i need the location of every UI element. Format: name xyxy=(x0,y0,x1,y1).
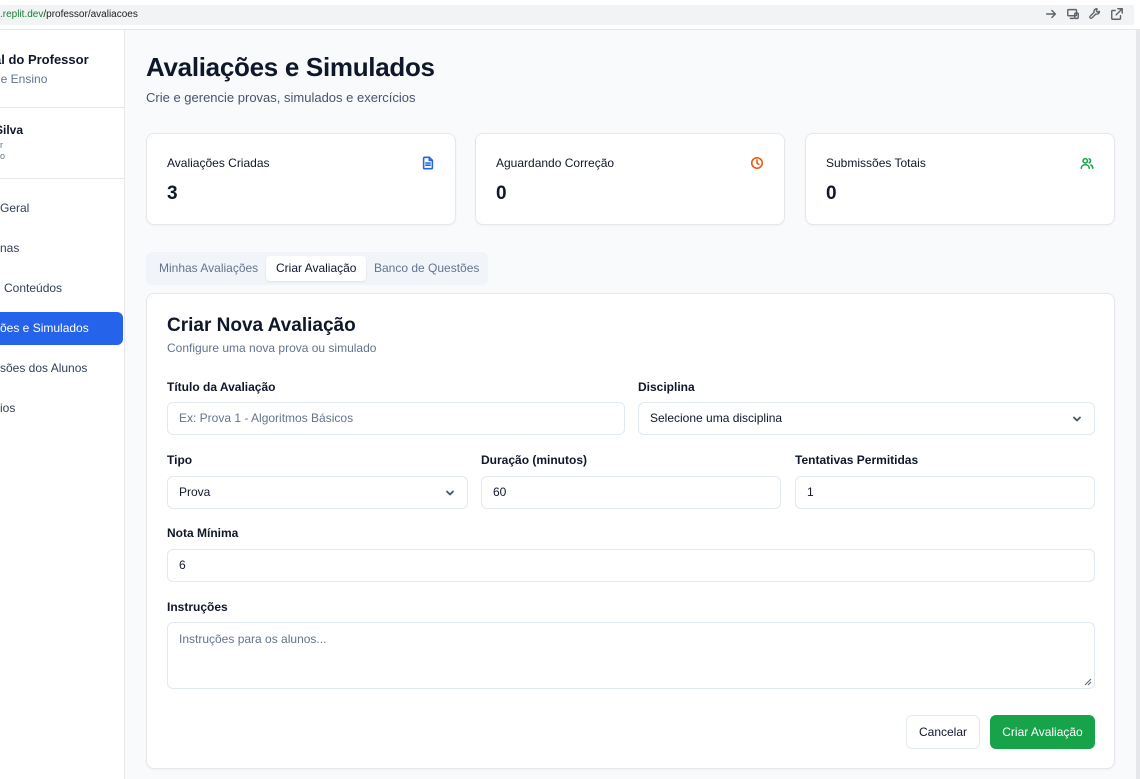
user-profile: Silva or ão xyxy=(0,123,124,161)
external-link-icon[interactable] xyxy=(1110,7,1124,21)
tentativas-label: Tentativas Permitidas xyxy=(795,453,919,467)
form-subtitle: Configure uma nova prova ou simulado xyxy=(167,341,377,355)
brand-subtitle: de Ensino xyxy=(0,72,48,86)
instrucoes-textarea[interactable]: Instruções para os alunos... xyxy=(167,622,1095,689)
resize-handle-icon[interactable] xyxy=(1083,677,1092,686)
stat-card-avaliacoes-criadas: Avaliações Criadas 3 xyxy=(146,133,456,225)
sidebar-item-label: Conteúdos xyxy=(4,281,63,295)
sidebar-item-label: nas xyxy=(0,241,20,255)
nota-minima-label: Nota Mínima xyxy=(167,526,239,540)
users-icon xyxy=(1080,156,1094,170)
sidebar-divider xyxy=(0,107,124,108)
tab-banco-de-questoes[interactable]: Banco de Questões xyxy=(364,256,489,281)
nota-minima-input[interactable]: 6 xyxy=(167,549,1095,582)
brand-title: al do Professor xyxy=(0,52,89,67)
user-department: ão xyxy=(0,151,6,161)
disciplina-select-value: Selecione uma disciplina xyxy=(650,411,783,425)
browser-url-bar: .replit.dev/professor/avaliacoes xyxy=(0,0,1140,30)
sidebar-brand: al do Professor de Ensino xyxy=(0,52,124,86)
tentativas-input[interactable]: 1 xyxy=(795,476,1095,509)
sidebar-item-conteudos[interactable]: Conteúdos xyxy=(0,272,123,305)
tab-minhas-avaliacoes[interactable]: Minhas Avaliações xyxy=(149,256,268,281)
tab-criar-avaliacao[interactable]: Criar Avaliação xyxy=(266,256,367,281)
titulo-label: Título da Avaliação xyxy=(167,380,276,394)
create-evaluation-form: Criar Nova Avaliação Configure uma nova … xyxy=(146,293,1115,769)
tipo-label: Tipo xyxy=(167,453,193,467)
stat-value: 3 xyxy=(167,183,178,204)
address-field[interactable]: .replit.dev/professor/avaliacoes xyxy=(0,5,1134,25)
titulo-input[interactable]: Ex: Prova 1 - Algoritmos Básicos xyxy=(167,402,625,435)
sidebar-item-relatorios[interactable]: ios xyxy=(0,392,123,425)
user-role: or xyxy=(0,140,4,150)
arrow-right-icon[interactable] xyxy=(1044,7,1058,21)
create-evaluation-button[interactable]: Criar Avaliação xyxy=(990,715,1095,749)
cancel-button[interactable]: Cancelar xyxy=(906,715,980,749)
stat-label: Aguardando Correção xyxy=(496,156,615,170)
chevron-down-icon xyxy=(1072,414,1082,424)
sidebar-nav: Geral nas Conteúdos ões e Simulados sões… xyxy=(0,192,123,432)
sidebar-item-label: ios xyxy=(0,401,16,415)
scrollbar-track[interactable] xyxy=(1136,30,1140,779)
document-icon xyxy=(421,156,435,170)
user-name: Silva xyxy=(0,123,24,137)
page-title: Avaliações e Simulados xyxy=(146,52,435,82)
disciplina-select[interactable]: Selecione uma disciplina xyxy=(638,402,1095,435)
instrucoes-placeholder: Instruções para os alunos... xyxy=(179,632,327,646)
stat-card-submissoes-totais: Submissões Totais 0 xyxy=(805,133,1115,225)
url-path: /professor/avaliacoes xyxy=(43,9,138,20)
form-title: Criar Nova Avaliação xyxy=(167,315,356,336)
sidebar-divider xyxy=(0,178,124,179)
duracao-input[interactable]: 60 xyxy=(481,476,781,509)
clock-icon xyxy=(750,156,764,170)
duracao-label: Duração (minutos) xyxy=(481,453,588,467)
sidebar-item-avaliacoes[interactable]: ões e Simulados xyxy=(0,312,123,345)
tipo-select[interactable]: Prova xyxy=(167,476,468,509)
wrench-icon[interactable] xyxy=(1088,7,1102,21)
sidebar-item-label: Geral xyxy=(0,201,30,215)
page-subtitle: Crie e gerencie provas, simulados e exer… xyxy=(146,90,416,105)
stat-card-aguardando-correcao: Aguardando Correção 0 xyxy=(475,133,785,225)
tab-list: Minhas Avaliações Criar Avaliação Banco … xyxy=(146,252,488,285)
sidebar-item-submissoes[interactable]: sões dos Alunos xyxy=(0,352,123,385)
browser-actions xyxy=(1044,7,1124,21)
stat-label: Avaliações Criadas xyxy=(167,156,270,170)
sidebar-item-visao-geral[interactable]: Geral xyxy=(0,192,123,225)
stat-label: Submissões Totais xyxy=(826,156,926,170)
instrucoes-label: Instruções xyxy=(167,600,228,614)
chevron-down-icon xyxy=(445,488,455,498)
disciplina-label: Disciplina xyxy=(638,380,695,394)
sidebar-item-disciplinas[interactable]: nas xyxy=(0,232,123,265)
stat-value: 0 xyxy=(496,183,507,204)
stat-value: 0 xyxy=(826,183,837,204)
sidebar: al do Professor de Ensino Silva or ão Ge… xyxy=(0,30,125,779)
sidebar-item-label: ões e Simulados xyxy=(0,321,89,335)
devices-icon[interactable] xyxy=(1066,7,1080,21)
sidebar-item-label: sões dos Alunos xyxy=(0,361,88,375)
tipo-select-value: Prova xyxy=(179,485,211,499)
url-domain: .replit.dev xyxy=(0,9,44,20)
